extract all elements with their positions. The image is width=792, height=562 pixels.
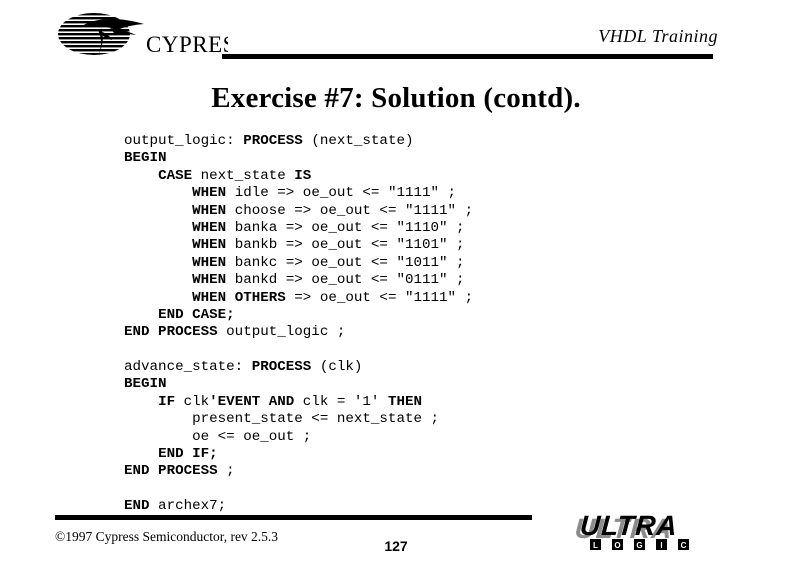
code-keyword: WHEN [192,185,227,202]
code-text: bankb => oe_out <= "1101" ; [226,237,465,254]
code-keyword: 'EVENT AND [209,393,295,410]
code-text: clk [175,393,210,410]
code-keyword: WHEN [192,272,227,289]
code-text: idle => oe_out <= "1111" ; [226,185,457,202]
code-text: advance_state: [124,359,252,376]
code-text: clk = '1' [294,393,388,410]
code-text: ; [217,463,235,480]
svg-text:I: I [660,541,662,550]
ultra-logic-logo: ULTRA ULTRA L O G I C [572,510,724,556]
code-keyword: PROCESS [251,359,312,376]
code-line: output_logic: PROCESS (next_state) [124,133,473,150]
code-keyword: BEGIN [124,150,167,167]
code-line: WHEN bankc => oe_out <= "1011" ; [124,255,473,272]
code-line: WHEN idle => oe_out <= "1111" ; [124,185,473,202]
code-keyword: IS [294,167,312,184]
code-line: BEGIN [124,376,473,393]
code-keyword: END PROCESS [124,324,218,341]
code-line: oe <= oe_out ; [124,429,473,446]
code-text: output_logic: [124,133,244,149]
code-keyword: END [124,498,150,515]
code-keyword: WHEN [192,219,227,236]
code-line: WHEN OTHERS => oe_out <= "1111" ; [124,290,473,307]
vhdl-code-block: output_logic: PROCESS (next_state) BEGIN … [124,133,473,516]
code-text: (clk) [311,359,363,376]
code-line: WHEN banka => oe_out <= "1110" ; [124,220,473,237]
code-text: next_state [192,167,295,184]
code-text: choose => oe_out <= "1111" ; [226,202,474,219]
code-line: END CASE; [124,307,473,324]
code-line: END archex7; [124,498,473,515]
code-line: present_state <= next_state ; [124,411,473,428]
code-text: bankc => oe_out <= "1011" ; [226,254,465,271]
code-keyword: PROCESS [243,133,303,149]
svg-text:O: O [614,541,620,550]
code-line: END PROCESS output_logic ; [124,324,473,341]
code-line: WHEN choose => oe_out <= "1111" ; [124,203,473,220]
code-line: advance_state: PROCESS (clk) [124,359,473,376]
code-keyword: END IF; [158,446,218,463]
svg-text:L: L [593,541,598,550]
code-keyword: WHEN OTHERS [192,289,286,306]
code-line: BEGIN [124,150,473,167]
ultra-wordmark: ULTRA [579,510,679,541]
code-text: archex7; [149,498,227,515]
page-title: Exercise #7: Solution (contd). [211,82,581,114]
svg-text:G: G [636,541,642,550]
code-text: bankd => oe_out <= "0111" ; [226,272,465,289]
code-keyword: CASE [158,167,193,184]
code-line: CASE next_state IS [124,168,473,185]
header-divider-rule [222,54,713,59]
code-text: => oe_out <= "1111" ; [285,289,474,306]
cypress-wordmark: CYPRESS [146,32,228,57]
code-keyword: IF [158,393,176,410]
code-line: END IF; [124,446,473,463]
code-keyword: END CASE; [158,306,235,323]
svg-text:ULTRA: ULTRA [579,512,679,541]
code-text: oe <= oe_out ; [124,428,312,445]
code-text: output_logic ; [217,324,346,341]
cypress-logo: CYPRESS [58,12,249,60]
code-keyword: END PROCESS [124,463,218,480]
code-line: WHEN bankb => oe_out <= "1101" ; [124,237,473,254]
code-line: WHEN bankd => oe_out <= "0111" ; [124,272,473,289]
code-keyword: THEN [387,393,423,410]
code-text: present_state <= next_state ; [124,411,440,428]
code-text: banka => oe_out <= "1110" ; [226,219,465,236]
code-keyword: WHEN [192,237,227,254]
code-text: (next_state) [302,133,414,149]
code-keyword: WHEN [192,254,227,271]
code-keyword: WHEN [192,202,227,219]
header-subtitle: VHDL Training [598,26,718,46]
code-line: END PROCESS ; [124,463,473,480]
svg-text:C: C [681,541,687,550]
code-line: IF clk'EVENT AND clk = '1' THEN [124,394,473,411]
footer-divider-rule [55,515,532,520]
code-keyword: BEGIN [124,376,167,393]
